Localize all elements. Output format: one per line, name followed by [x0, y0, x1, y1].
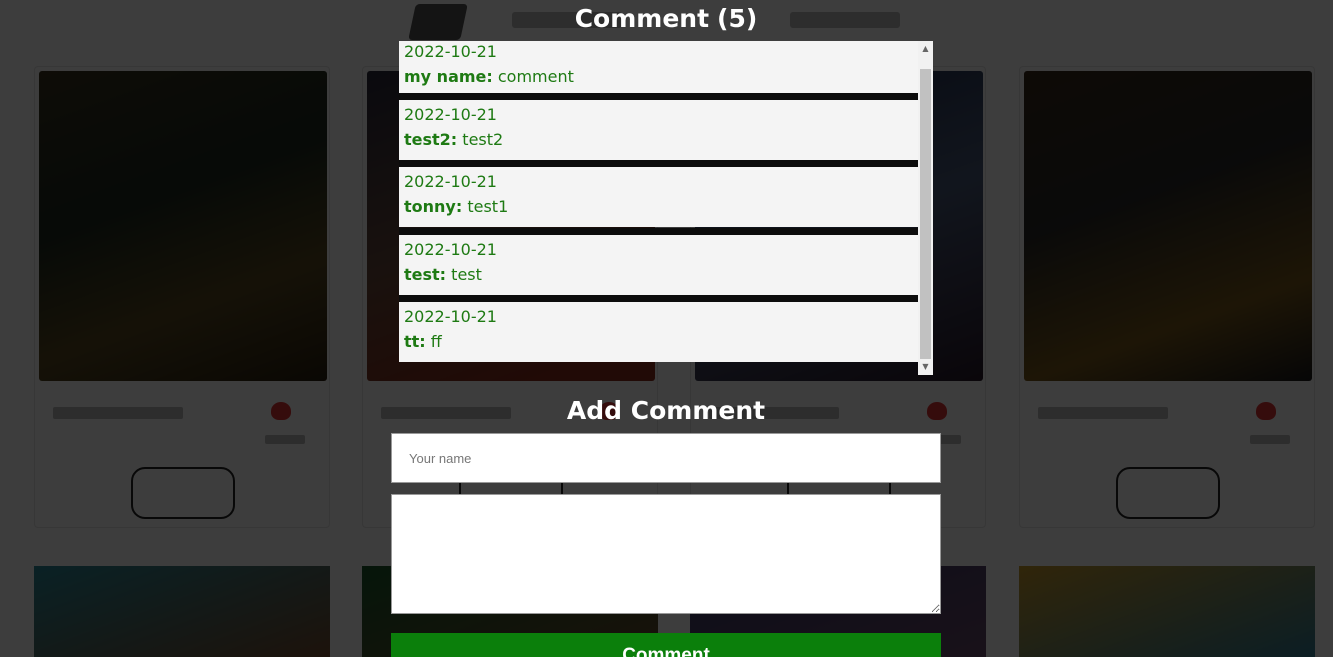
- comment-date: 2022-10-21: [404, 307, 497, 326]
- comment-author: test:: [404, 265, 447, 284]
- comment-item: 2022-10-21 tonny: test1: [399, 167, 918, 227]
- add-comment-title: Add Comment: [566, 396, 766, 425]
- comment-divider: [399, 93, 918, 100]
- comments-scrollbar[interactable]: ▲ ▼: [918, 41, 933, 375]
- modal-title-text: Comment: [574, 4, 710, 33]
- comment-submit-button[interactable]: Comment: [391, 633, 941, 657]
- comment-date: 2022-10-21: [404, 42, 497, 61]
- comment-text: comment: [497, 67, 574, 86]
- comment-author: tonny:: [404, 197, 463, 216]
- comment-item: 2022-10-21 test2: test2: [399, 100, 918, 160]
- comment-modal: Comment (5) 2022-10-21 my name: comment …: [391, 0, 941, 657]
- comment-count: (5): [717, 4, 758, 33]
- comment-divider: [399, 228, 918, 235]
- comment-text: test1: [467, 197, 509, 216]
- comment-text: test: [451, 265, 482, 284]
- comment-divider: [399, 295, 918, 302]
- comment-text: test2: [462, 130, 504, 149]
- scrollbar-thumb[interactable]: [920, 69, 931, 359]
- comment-author: my name:: [404, 67, 493, 86]
- comment-divider: [399, 160, 918, 167]
- comment-text: ff: [430, 332, 442, 351]
- comments-list[interactable]: 2022-10-21 my name: comment 2022-10-21 t…: [399, 41, 933, 375]
- comment-date: 2022-10-21: [404, 105, 497, 124]
- modal-title: Comment (5): [391, 4, 941, 33]
- page: Comment (5) 2022-10-21 my name: comment …: [0, 0, 1333, 657]
- comment-date: 2022-10-21: [404, 240, 497, 259]
- scroll-down-arrow-icon[interactable]: ▼: [918, 359, 933, 375]
- comment-author: tt:: [404, 332, 426, 351]
- comment-date: 2022-10-21: [404, 172, 497, 191]
- scroll-up-arrow-icon[interactable]: ▲: [918, 41, 933, 57]
- comment-author: test2:: [404, 130, 458, 149]
- comment-item: 2022-10-21 tt: ff: [399, 302, 918, 362]
- comment-item: 2022-10-21 my name: comment: [399, 41, 918, 97]
- comment-item: 2022-10-21 test: test: [399, 235, 918, 295]
- name-input[interactable]: [391, 433, 941, 483]
- comment-textarea[interactable]: [391, 494, 941, 614]
